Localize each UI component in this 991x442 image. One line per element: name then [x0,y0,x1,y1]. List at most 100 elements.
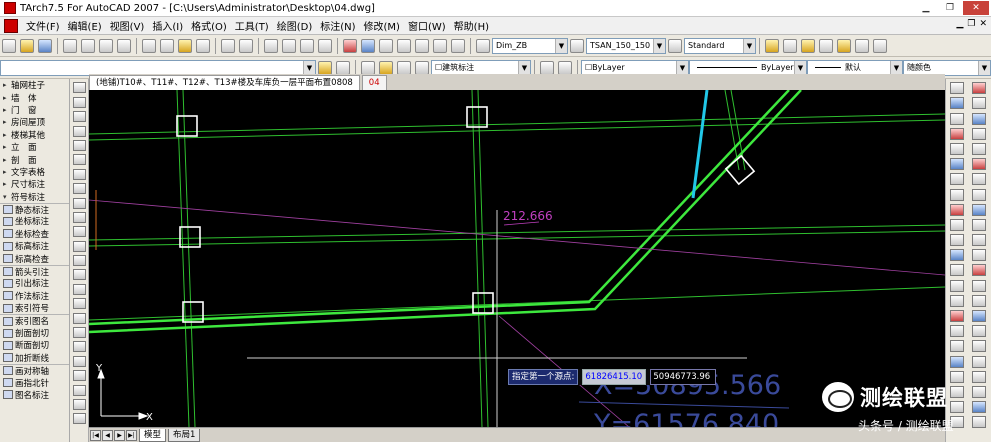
tab-model[interactable]: 模型 [139,428,167,442]
menu-help[interactable]: 帮助(H) [450,18,493,33]
modify-tool-icon[interactable] [950,158,964,171]
sidebar-item[interactable]: ▸ 文字表格 [0,166,69,178]
close-button[interactable]: ✕ [963,1,989,15]
modify-tool-icon[interactable] [950,97,964,110]
modify-tool-icon[interactable] [950,294,964,307]
open-file-icon[interactable] [20,38,34,53]
chevron-down-icon[interactable]: ▼ [555,38,567,53]
restore-button[interactable]: ❐ [939,1,961,15]
modify-tool-icon[interactable] [950,249,964,262]
minimize-button[interactable]: ▁ [915,1,937,15]
hatch-icon[interactable] [73,283,86,295]
menu-tools[interactable]: 工具(T) [231,18,273,33]
chevron-down-icon[interactable]: ▼ [676,60,688,75]
menu-modify[interactable]: 修改(M) [360,18,404,33]
text-icon[interactable] [73,355,86,367]
modify-tool-icon[interactable] [950,142,964,155]
modify-tool-icon[interactable] [950,173,964,186]
layer-state-icon[interactable] [837,38,851,53]
modify-tool-icon[interactable] [950,325,964,338]
layer-lock-icon[interactable] [801,38,815,53]
print-icon[interactable] [63,38,77,53]
point-icon[interactable] [73,269,86,281]
print-preview-icon[interactable] [81,38,95,53]
menu-format[interactable]: 格式(O) [187,18,231,33]
object-snap-icon[interactable] [972,234,986,247]
textstyle-combo[interactable]: TSAN_150_150 ▼ [586,37,666,54]
layer-freeze-viewport-icon[interactable] [397,60,411,75]
cut-icon[interactable] [142,38,156,53]
layer-tools-icon[interactable] [873,38,887,53]
menu-draw[interactable]: 绘图(D) [273,18,317,33]
sidebar-item[interactable]: ▸ 楼梯其他 [0,129,69,141]
chevron-down-icon[interactable]: ▼ [743,38,755,53]
modify-tool-icon[interactable] [950,279,964,292]
object-snap-icon[interactable] [972,264,986,277]
layer-color-icon[interactable] [415,60,429,75]
column-box[interactable] [724,154,756,186]
object-snap-icon[interactable] [972,188,986,201]
sidebar-item[interactable]: 索引符号 [0,302,69,314]
extra-tool-icon[interactable] [73,384,86,396]
object-snap-icon[interactable] [972,355,986,368]
chevron-down-icon[interactable]: ▼ [653,38,665,53]
tab-drawing[interactable]: (地铺)T10#、T11#、T12#、T13#楼及车库负一层平面布置0808 [89,75,360,90]
ellipse-icon[interactable] [73,211,86,223]
save-icon[interactable] [38,38,52,53]
menu-insert[interactable]: 插入(I) [148,18,187,33]
document-icon[interactable] [4,18,18,33]
modify-tool-icon[interactable] [950,234,964,247]
insert-block-icon[interactable] [73,240,86,252]
doc-close-button[interactable]: ✕ [979,19,987,29]
modify-tool-icon[interactable] [950,340,964,353]
plot-icon[interactable] [117,38,131,53]
object-snap-icon[interactable] [972,82,986,95]
sidebar-item[interactable]: 坐标检查 [0,228,69,240]
make-current-layer-icon[interactable] [336,60,350,75]
dimension-style-icon[interactable] [570,38,584,53]
object-snap-icon[interactable] [972,249,986,262]
sidebar-item[interactable]: 坐标标注 [0,215,69,227]
polyline-icon[interactable] [73,111,86,123]
layer-properties-icon[interactable] [318,60,332,75]
column-box[interactable] [176,115,198,137]
sun-icon[interactable] [783,38,797,53]
table-icon[interactable] [73,327,86,339]
object-snap-icon[interactable] [972,203,986,216]
extra-tool-icon[interactable] [73,370,86,382]
properties-icon[interactable] [343,38,357,53]
paste-icon[interactable] [178,38,192,53]
publish-icon[interactable] [99,38,113,53]
chevron-down-icon[interactable]: ▼ [794,60,806,75]
object-snap-icon[interactable] [972,385,986,398]
zoom-realtime-icon[interactable] [282,38,296,53]
circle-icon[interactable] [73,168,86,180]
object-snap-icon[interactable] [972,370,986,383]
object-snap-icon[interactable] [972,173,986,186]
sidebar-item[interactable]: 断面剖切 [0,339,69,351]
gradient-icon[interactable] [73,298,86,310]
layer-previous-state-icon[interactable] [540,60,554,75]
object-snap-icon[interactable] [972,142,986,155]
object-snap-icon[interactable] [972,340,986,353]
sidebar-item[interactable]: ▾ 符号标注 [0,191,69,203]
ellipse-arc-icon[interactable] [73,226,86,238]
sidebar-item[interactable]: ▸ 立 面 [0,141,69,153]
menu-dimension[interactable]: 标注(N) [316,18,359,33]
redo-icon[interactable] [239,38,253,53]
match-properties-icon[interactable] [196,38,210,53]
spline-icon[interactable] [73,197,86,209]
object-snap-icon[interactable] [972,112,986,125]
sheet-set-icon[interactable] [397,38,411,53]
chevron-down-icon[interactable]: ▼ [303,60,315,75]
mtext-icon[interactable] [73,341,86,353]
object-snap-icon[interactable] [972,294,986,307]
tab-04[interactable]: 04 [361,75,387,90]
modify-tool-icon[interactable] [950,355,964,368]
sidebar-item[interactable]: 标高检查 [0,252,69,265]
first-tab-icon[interactable]: |◀ [90,429,101,441]
modify-tool-icon[interactable] [950,82,964,95]
object-snap-icon[interactable] [972,401,986,414]
calculator-icon[interactable] [433,38,447,53]
modify-tool-icon[interactable] [950,203,964,216]
